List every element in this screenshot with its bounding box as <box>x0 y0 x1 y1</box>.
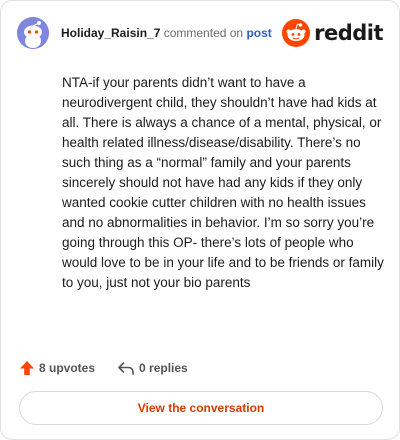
snoo-avatar-icon <box>17 17 49 49</box>
view-conversation-button[interactable]: View the conversation <box>19 391 383 425</box>
comment-meta: Holiday_Raisin_7 commented on post <box>61 26 272 40</box>
upvote-arrow-icon <box>20 361 34 375</box>
reply-arrow-icon <box>118 362 134 375</box>
action-text: commented on <box>163 26 244 40</box>
post-link[interactable]: post <box>246 26 271 40</box>
upvotes-stat[interactable]: 8 upvotes <box>19 360 95 376</box>
replies-stat[interactable]: 0 replies <box>117 360 188 376</box>
brand-wordmark: reddit <box>314 21 383 45</box>
reddit-brand[interactable]: reddit <box>282 18 383 48</box>
comment-card: Holiday_Raisin_7 commented on post reddi… <box>0 0 400 440</box>
comment-header: Holiday_Raisin_7 commented on post reddi… <box>17 17 383 51</box>
username[interactable]: Holiday_Raisin_7 <box>61 26 160 40</box>
replies-count: 0 replies <box>139 361 188 375</box>
reddit-snoo-icon <box>282 19 311 47</box>
comment-stats: 8 upvotes 0 replies <box>19 357 188 379</box>
upvotes-count: 8 upvotes <box>39 361 96 375</box>
avatar[interactable] <box>17 17 49 49</box>
comment-body: NTA-if your parents didn’t want to have … <box>62 75 384 290</box>
